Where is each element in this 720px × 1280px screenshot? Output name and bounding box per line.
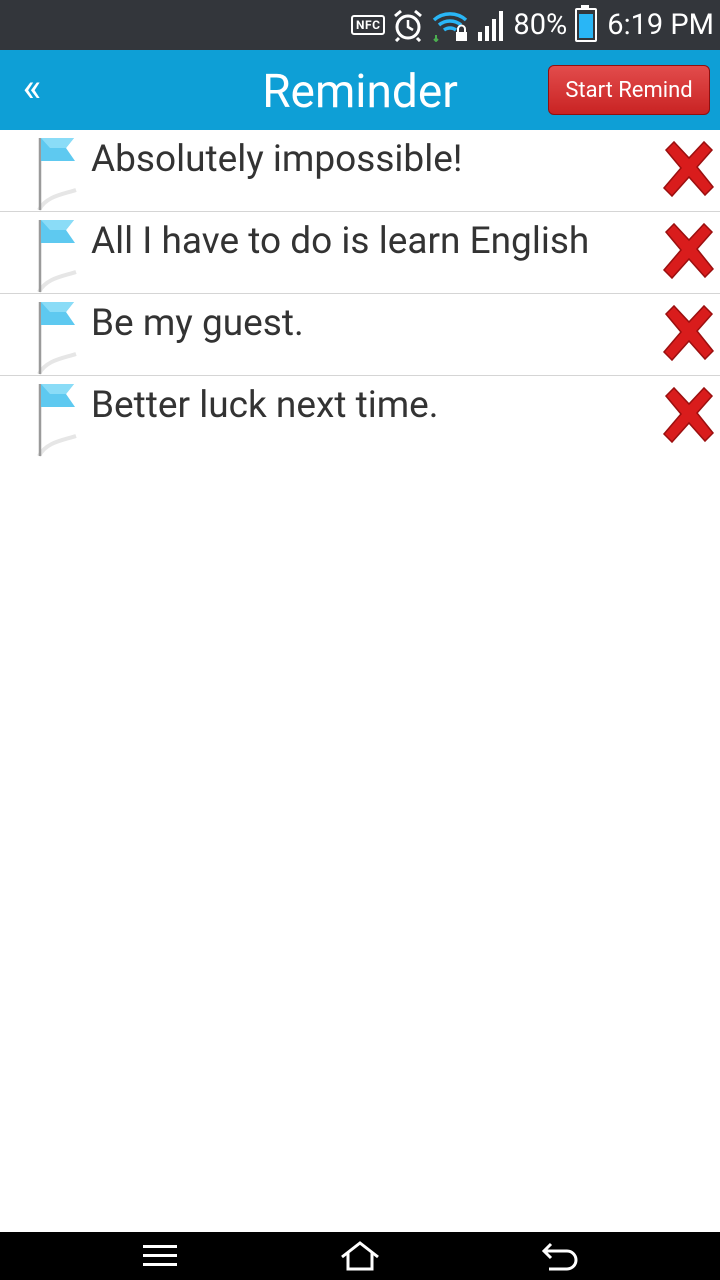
menu-icon[interactable]: [100, 1232, 220, 1280]
battery-percent: 80%: [513, 8, 568, 42]
flag-icon: [37, 138, 77, 212]
reminder-list: Absolutely impossible! All I have to do …: [0, 130, 720, 458]
home-icon[interactable]: [300, 1232, 420, 1280]
reminder-text: Be my guest.: [91, 302, 304, 345]
navigation-bar: [0, 1232, 720, 1280]
reminder-text: All I have to do is learn English: [91, 220, 590, 263]
delete-x-icon[interactable]: [660, 222, 718, 280]
nfc-icon: NFC: [351, 15, 386, 35]
signal-icon: [477, 8, 507, 42]
reminder-text: Better luck next time.: [91, 384, 439, 427]
clock: 6:19 PM: [607, 8, 714, 42]
list-item[interactable]: All I have to do is learn English: [0, 212, 720, 294]
delete-x-icon[interactable]: [660, 386, 718, 444]
list-item[interactable]: Absolutely impossible!: [0, 130, 720, 212]
delete-x-icon[interactable]: [660, 304, 718, 362]
reminder-text: Absolutely impossible!: [91, 138, 463, 181]
back-icon[interactable]: [500, 1232, 620, 1280]
status-bar: NFC 80% 6:19 PM: [0, 0, 720, 50]
start-remind-button[interactable]: Start Remind: [548, 65, 710, 115]
alarm-icon: [391, 8, 425, 42]
flag-icon: [37, 302, 77, 376]
battery-icon: [575, 5, 598, 42]
delete-x-icon[interactable]: [660, 140, 718, 198]
app-header: « Reminder Start Remind: [0, 50, 720, 130]
list-item[interactable]: Better luck next time.: [0, 376, 720, 458]
flag-icon: [37, 384, 77, 458]
list-item[interactable]: Be my guest.: [0, 294, 720, 376]
flag-icon: [37, 220, 77, 294]
wifi-lock-icon: [431, 8, 471, 42]
